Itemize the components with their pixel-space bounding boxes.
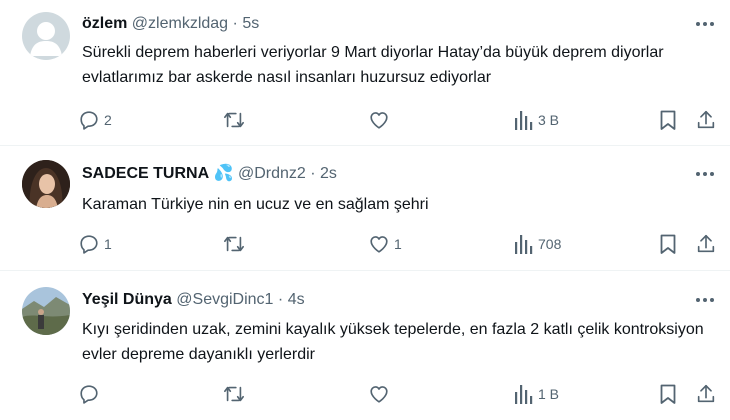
tweet-header: özlem @zlemkzldag · 5s — [82, 14, 259, 34]
views-count: 1 B — [538, 386, 560, 402]
reply-icon — [80, 235, 98, 254]
share-button[interactable] — [695, 381, 717, 407]
more-button[interactable] — [694, 290, 716, 310]
reply-icon — [80, 111, 98, 130]
default-avatar-icon — [30, 22, 62, 56]
like-count: 1 — [394, 236, 402, 252]
separator: · — [232, 15, 238, 32]
display-name[interactable]: Yeşil Dünya — [82, 291, 172, 308]
views-icon — [515, 111, 533, 130]
like-icon — [370, 386, 388, 403]
like-icon — [370, 236, 388, 253]
reply-button[interactable] — [78, 381, 104, 407]
tweet-text: Sürekli deprem haberleri veriyorlar 9 Ma… — [82, 44, 664, 86]
retweet-button[interactable] — [222, 381, 250, 407]
share-icon — [697, 384, 715, 403]
more-button[interactable] — [694, 14, 716, 34]
more-icon — [696, 22, 714, 26]
retweet-icon — [224, 236, 244, 252]
bookmark-button[interactable] — [658, 381, 678, 407]
action-bar: 1 B — [78, 381, 728, 407]
tweet-text: Kıyı şeridinden uzak, zemini kayalık yük… — [82, 321, 704, 363]
tweet-header: SADECE TURNA 💦 @Drdnz2 · 2s — [82, 164, 337, 184]
timestamp[interactable]: 5s — [242, 15, 259, 32]
views-icon — [515, 235, 533, 254]
share-icon — [697, 110, 715, 129]
bookmark-button[interactable] — [658, 107, 678, 133]
username[interactable]: @Drdnz2 — [238, 165, 306, 182]
share-button[interactable] — [695, 107, 717, 133]
reply-button[interactable]: 1 — [78, 231, 112, 257]
retweet-icon — [224, 386, 244, 402]
action-bar: 2 3 B — [78, 107, 728, 133]
share-icon — [697, 234, 715, 253]
like-button[interactable] — [368, 107, 394, 133]
more-icon — [696, 298, 714, 302]
retweet-button[interactable] — [222, 107, 250, 133]
like-icon — [370, 112, 388, 129]
views-button[interactable]: 3 B — [514, 107, 559, 133]
separator: · — [277, 291, 284, 308]
profile-photo — [22, 287, 70, 335]
tweet-header: Yeşil Dünya @SevgiDinc1 · 4s — [82, 290, 305, 310]
tweet[interactable]: özlem @zlemkzldag · 5s Sürekli deprem ha… — [0, 0, 730, 146]
avatar[interactable] — [22, 12, 70, 60]
timestamp[interactable]: 4s — [288, 291, 305, 308]
avatar[interactable] — [22, 287, 70, 335]
bookmark-icon — [660, 384, 676, 404]
username[interactable]: @zlemkzldag — [132, 15, 228, 32]
reply-icon — [80, 385, 98, 404]
views-count: 3 B — [538, 112, 560, 128]
tweet[interactable]: SADECE TURNA 💦 @Drdnz2 · 2s Karaman Türk… — [0, 146, 730, 271]
views-icon — [515, 385, 533, 404]
reply-count: 1 — [104, 236, 112, 252]
timestamp[interactable]: 2s — [320, 165, 337, 182]
action-bar: 1 1 708 — [78, 231, 728, 257]
views-count: 708 — [538, 236, 562, 252]
bookmark-icon — [660, 110, 676, 130]
reply-button[interactable]: 2 — [78, 107, 112, 133]
reply-count: 2 — [104, 112, 112, 128]
bookmark-icon — [660, 234, 676, 254]
sweat-droplets-icon: 💦 — [213, 165, 234, 182]
tweet-text: Karaman Türkiye nin en ucuz ve en sağlam… — [82, 196, 429, 213]
display-name[interactable]: SADECE TURNA — [82, 165, 209, 182]
separator: · — [310, 165, 316, 182]
retweet-icon — [224, 112, 244, 128]
like-button[interactable] — [368, 381, 394, 407]
bookmark-button[interactable] — [658, 231, 678, 257]
more-button[interactable] — [694, 164, 716, 184]
username[interactable]: @SevgiDinc1 — [176, 291, 273, 308]
share-button[interactable] — [695, 231, 717, 257]
profile-photo — [22, 160, 70, 208]
like-button[interactable]: 1 — [368, 231, 402, 257]
avatar[interactable] — [22, 160, 70, 208]
more-icon — [696, 172, 714, 176]
tweet[interactable]: Yeşil Dünya @SevgiDinc1 · 4s Kıyı şeridi… — [0, 271, 730, 420]
retweet-button[interactable] — [222, 231, 250, 257]
display-name[interactable]: özlem — [82, 15, 127, 32]
views-button[interactable]: 1 B — [514, 381, 559, 407]
views-button[interactable]: 708 — [514, 231, 561, 257]
